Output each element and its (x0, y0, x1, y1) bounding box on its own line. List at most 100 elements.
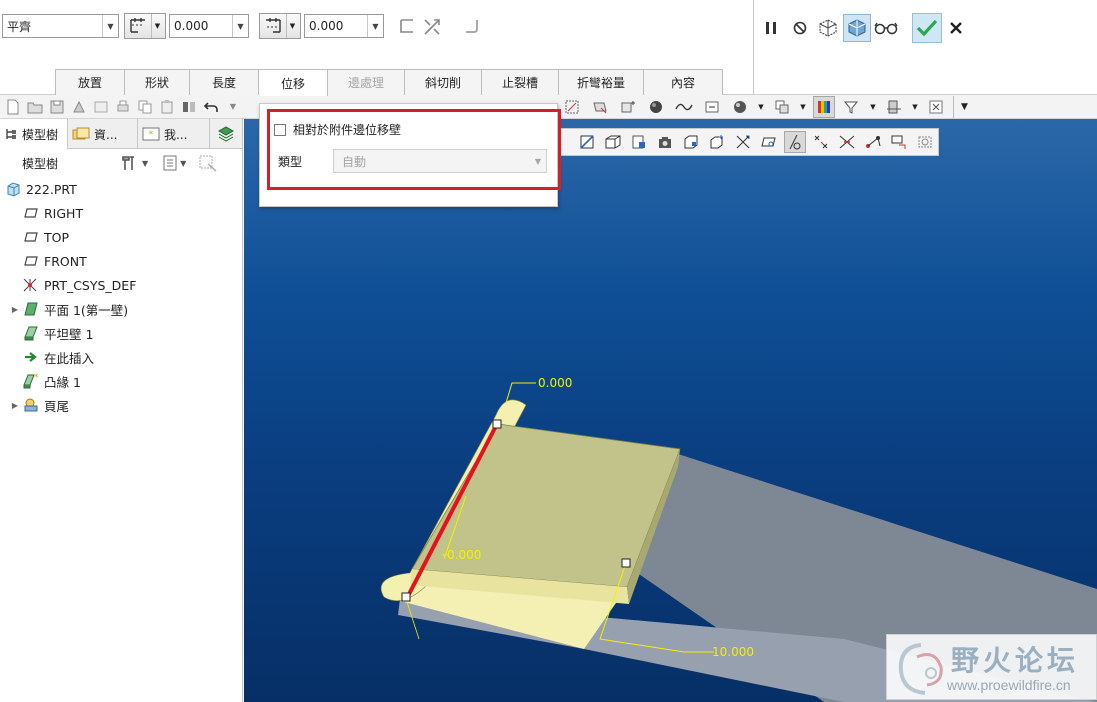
new-file-icon[interactable] (4, 98, 22, 116)
pause-icon[interactable] (760, 16, 782, 40)
toolbar-overflow-icon[interactable]: ▼ (953, 95, 975, 118)
insert-here-icon (22, 348, 40, 366)
navigator-panel: 模型樹 資... * 我... 模型樹 ▼ ▼ 222.PRT RIGHT TO… (0, 119, 243, 702)
attached-preview-icon[interactable] (815, 15, 841, 41)
chevron-down-icon[interactable]: ▼ (799, 96, 807, 118)
offset-relative-checkbox[interactable] (274, 124, 286, 136)
tab-layers[interactable] (210, 119, 243, 149)
csys-tags-icon[interactable] (836, 131, 858, 153)
drag-handle-bottom[interactable] (401, 592, 411, 602)
quick-access-toolbar: ▼ (0, 95, 260, 119)
tree-item-top[interactable]: TOP (0, 225, 243, 249)
axis-display-icon[interactable] (784, 131, 806, 153)
tree-item-right[interactable]: RIGHT (0, 201, 243, 225)
save-icon[interactable] (48, 98, 66, 116)
spin-center-toggle-icon[interactable] (862, 131, 884, 153)
hidden-line-icon[interactable] (576, 131, 598, 153)
expand-arrow-icon[interactable]: ▶ (10, 305, 20, 314)
tab-placement[interactable]: 放置 (55, 69, 125, 95)
show-filter-icon[interactable]: ▼ (162, 154, 186, 172)
shading-edges-icon[interactable] (628, 131, 650, 153)
filter-icon[interactable] (841, 96, 863, 118)
chevron-down-icon[interactable]: ▼ (911, 96, 919, 118)
appearance-sphere-icon[interactable] (729, 96, 751, 118)
chevron-down-icon: ▼ (286, 14, 298, 38)
expand-arrow-icon[interactable]: ▶ (10, 401, 20, 410)
chevron-down-icon[interactable]: ▼ (869, 96, 877, 118)
bend-edge-icon[interactable] (460, 15, 482, 37)
curve-display-icon[interactable] (673, 96, 695, 118)
tree-item-part[interactable]: 222.PRT (0, 177, 243, 201)
model-grid-icon[interactable] (914, 131, 936, 153)
window-icon[interactable] (92, 98, 110, 116)
ok-confirm-button[interactable] (912, 13, 942, 43)
undo-dropdown-icon[interactable]: ▼ (224, 98, 242, 116)
plane-display-icon[interactable] (758, 131, 780, 153)
plane-tags-icon[interactable] (589, 96, 611, 118)
color-palette-icon[interactable] (813, 95, 835, 118)
settings-tools-icon[interactable]: ▼ (120, 154, 148, 172)
tree-icon (6, 129, 16, 139)
tab-relief[interactable]: 止裂槽 (481, 69, 559, 95)
offset-value-1-input[interactable]: 0.000 ▼ (169, 14, 249, 38)
dim-text-length[interactable]: 10.000 (712, 645, 754, 659)
annotation-tags-icon[interactable] (888, 131, 910, 153)
csys-display-icon[interactable] (732, 131, 754, 153)
tab-offset[interactable]: 位移 (258, 69, 328, 96)
verify-mode-icon[interactable] (843, 14, 871, 42)
datum-display-icon[interactable] (561, 96, 583, 118)
tab-bend-allowance[interactable]: 折彎裕量 (558, 69, 644, 95)
dim-text-middle[interactable]: 0.000 (447, 548, 481, 562)
open-folder-icon[interactable] (26, 98, 44, 116)
glasses-preview-icon[interactable] (873, 15, 899, 41)
tab-properties[interactable]: 內容 (643, 69, 723, 95)
shaded-icon[interactable] (680, 131, 702, 153)
tree-item-insert-here[interactable]: 在此插入 (0, 345, 243, 369)
offset-value-2-input[interactable]: 0.000 ▼ (304, 14, 384, 38)
no-hidden-icon[interactable] (602, 131, 624, 153)
tab-folder-browser[interactable]: 資... (68, 119, 138, 149)
close-views-icon[interactable] (925, 96, 947, 118)
drag-handle-top[interactable] (492, 419, 502, 429)
chevron-down-icon[interactable]: ▼ (757, 96, 765, 118)
tab-shape[interactable]: 形狀 (124, 69, 190, 95)
flip-side-icon[interactable] (396, 15, 418, 37)
point-tags-icon[interactable] (810, 131, 832, 153)
drag-handle-side[interactable] (621, 558, 631, 568)
tab-model-tree[interactable]: 模型樹 (0, 119, 68, 149)
dim-text-top[interactable]: 0.000 (538, 376, 572, 390)
point-display-icon[interactable] (617, 96, 639, 118)
regenerate-icon[interactable] (70, 98, 88, 116)
print-icon[interactable] (114, 98, 132, 116)
tree-item-footer[interactable]: ▶ 頁尾 (0, 393, 243, 417)
paste-icon[interactable] (158, 98, 176, 116)
cancel-button[interactable] (944, 16, 968, 40)
undo-icon[interactable] (202, 98, 220, 116)
camera-icon[interactable] (654, 131, 676, 153)
no-preview-icon[interactable] (789, 16, 811, 40)
offset-type-2-button[interactable]: ▼ (259, 13, 301, 39)
annotation-display-icon[interactable] (701, 96, 723, 118)
saved-views-icon[interactable] (771, 96, 793, 118)
datum-plane-icon (22, 252, 40, 270)
tree-item-flat-wall[interactable]: 平坦壁 1 (0, 321, 243, 345)
tree-item-csys[interactable]: PRT_CSYS_DEF (0, 273, 243, 297)
copy-icon[interactable] (136, 98, 154, 116)
tree-item-front[interactable]: FRONT (0, 249, 243, 273)
spin-center-icon[interactable] (706, 131, 728, 153)
tree-item-first-wall[interactable]: ▶ 平面 1(第一壁) (0, 297, 243, 321)
mirror-icon[interactable] (180, 98, 198, 116)
tree-item-flange[interactable]: * 凸緣 1 (0, 369, 243, 393)
tab-edge-treatment[interactable]: 邊處理 (327, 69, 405, 95)
shading-sphere-icon[interactable] (645, 96, 667, 118)
tree-columns-icon[interactable] (198, 154, 218, 172)
tab-length[interactable]: 長度 (189, 69, 259, 95)
offset-type-select[interactable]: 自動 ▼ (333, 149, 547, 173)
offset-relative-label[interactable]: 相對於附件邊位移壁 (293, 121, 401, 138)
tab-favorites[interactable]: * 我... (138, 119, 210, 149)
offset-type-1-button[interactable]: ▼ (124, 13, 166, 39)
section-icon[interactable] (883, 96, 905, 118)
flange-type-combo[interactable]: 平齊 ▼ (2, 14, 119, 38)
flip-direction-icon[interactable] (420, 15, 444, 39)
tab-miter-cuts[interactable]: 斜切削 (404, 69, 482, 95)
